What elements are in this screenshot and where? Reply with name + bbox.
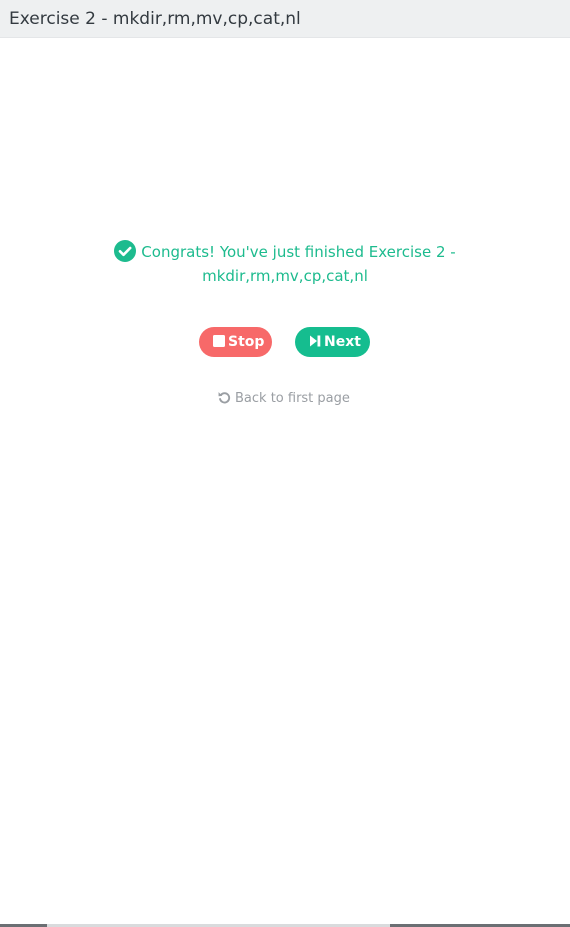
undo-icon — [218, 392, 231, 404]
stop-button[interactable]: Stop — [199, 327, 272, 357]
congrats-text-line1: Congrats! You've just finished Exercise … — [141, 243, 456, 261]
page-title: Exercise 2 - mkdir,rm,mv,cp,cat,nl — [9, 9, 301, 29]
stop-button-label: Stop — [228, 334, 265, 350]
page-header: Exercise 2 - mkdir,rm,mv,cp,cat,nl — [0, 0, 570, 38]
next-button-label: Next — [324, 334, 361, 350]
congrats-text-line2: mkdir,rm,mv,cp,cat,nl — [202, 267, 368, 285]
exercise-page: Exercise 2 - mkdir,rm,mv,cp,cat,nl Congr… — [0, 0, 570, 927]
back-to-first-page-link[interactable]: Back to first page — [218, 389, 350, 409]
next-button[interactable]: Next — [295, 327, 370, 357]
back-link-label: Back to first page — [235, 391, 350, 406]
stop-icon — [213, 335, 225, 347]
check-circle-icon — [114, 240, 137, 262]
congrats-message: Congrats! You've just finished Exercise … — [90, 240, 480, 288]
step-forward-icon — [310, 335, 321, 347]
